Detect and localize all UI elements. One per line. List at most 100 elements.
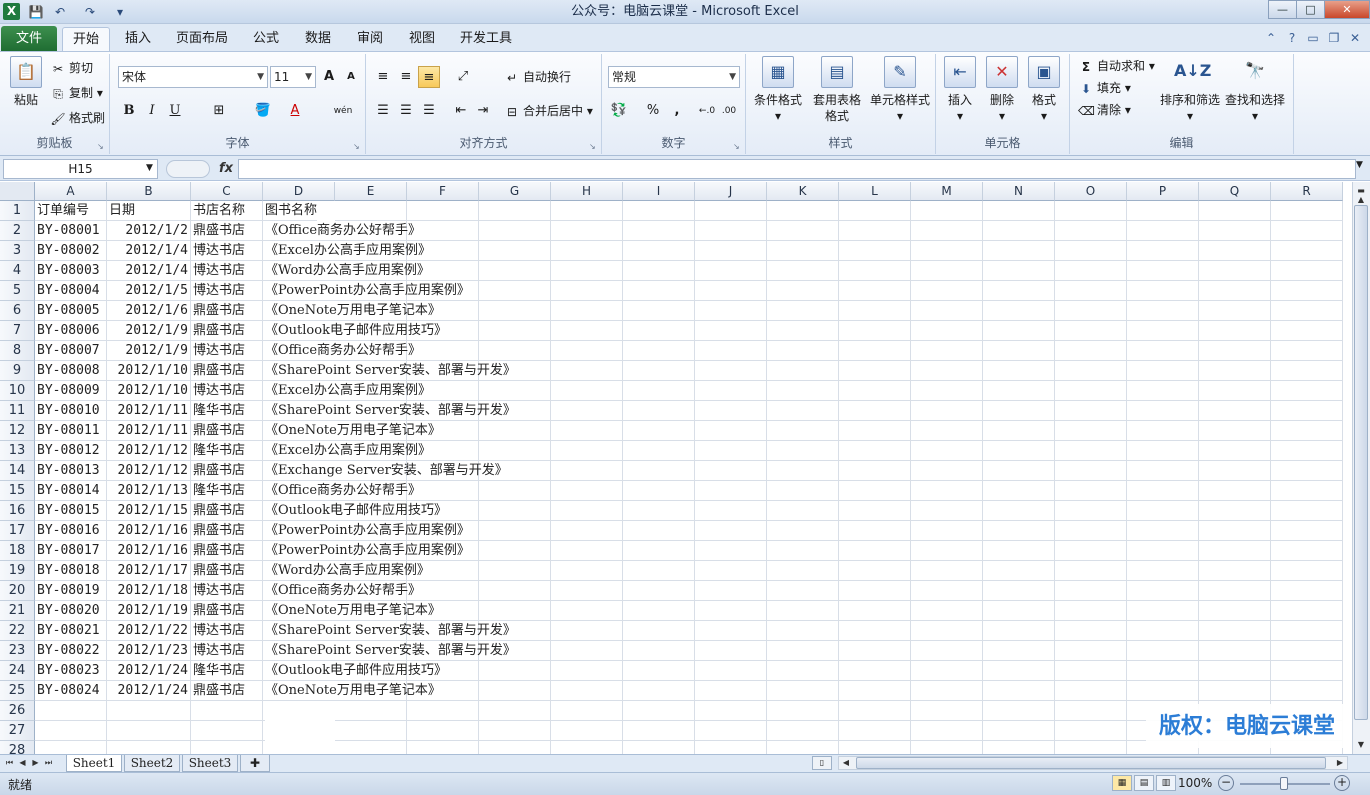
cell-d10[interactable]: 《Excel办公高手应用案例》 (263, 381, 431, 401)
cell-b20[interactable]: 2012/1/18 (107, 581, 191, 601)
cell-p16[interactable] (1127, 501, 1199, 521)
cell-k20[interactable] (767, 581, 839, 601)
cell-d7[interactable]: 《Outlook电子邮件应用技巧》 (263, 321, 447, 341)
row-header[interactable]: 6 (0, 301, 35, 321)
cell-q10[interactable] (1199, 381, 1271, 401)
cell-k10[interactable] (767, 381, 839, 401)
wrap-text-button[interactable]: ↵ 自动换行 (504, 67, 571, 87)
cell-r5[interactable] (1271, 281, 1343, 301)
cell-a18[interactable]: BY-08017 (35, 541, 107, 561)
cell-l3[interactable] (839, 241, 911, 261)
cell-b3[interactable]: 2012/1/4 (107, 241, 191, 261)
cell-d19[interactable]: 《Word办公高手应用案例》 (263, 561, 430, 581)
cell-q14[interactable] (1199, 461, 1271, 481)
cell-k11[interactable] (767, 401, 839, 421)
scroll-left-icon[interactable]: ◀ (838, 755, 854, 771)
cell-m23[interactable] (911, 641, 983, 661)
cell-m6[interactable] (911, 301, 983, 321)
column-header-a[interactable]: A (35, 182, 107, 201)
cell-d4[interactable]: 《Word办公高手应用案例》 (263, 261, 430, 281)
cell-b8[interactable]: 2012/1/9 (107, 341, 191, 361)
page-layout-view-icon[interactable]: ▤ (1134, 775, 1154, 791)
row-header[interactable]: 8 (0, 341, 35, 361)
cell-m18[interactable] (911, 541, 983, 561)
cell-b16[interactable]: 2012/1/15 (107, 501, 191, 521)
cell-k9[interactable] (767, 361, 839, 381)
excel-app-icon[interactable]: X (3, 3, 20, 20)
cell-g26[interactable] (479, 701, 551, 721)
cell-g20[interactable] (479, 581, 551, 601)
column-header-h[interactable]: H (551, 182, 623, 201)
cell-b28[interactable] (107, 741, 191, 754)
cell-a5[interactable]: BY-08004 (35, 281, 107, 301)
number-format-combo[interactable]: 常规 ▼ (608, 66, 740, 88)
cell-g8[interactable] (479, 341, 551, 361)
cell-n21[interactable] (983, 601, 1055, 621)
cell-g6[interactable] (479, 301, 551, 321)
cell-c15[interactable]: 隆华书店 (191, 481, 263, 501)
cell-l22[interactable] (839, 621, 911, 641)
decrease-decimal-icon[interactable]: .00 (718, 100, 740, 122)
cell-h9[interactable] (551, 361, 623, 381)
cell-c13[interactable]: 隆华书店 (191, 441, 263, 461)
cell-q19[interactable] (1199, 561, 1271, 581)
cell-h20[interactable] (551, 581, 623, 601)
paste-button[interactable]: 📋 粘贴 (6, 56, 46, 108)
borders-icon[interactable]: ⊞ (208, 100, 230, 122)
customize-qat-icon[interactable]: ▾ (112, 4, 128, 20)
cell-b15[interactable]: 2012/1/13 (107, 481, 191, 501)
row-header[interactable]: 12 (0, 421, 35, 441)
cell-q3[interactable] (1199, 241, 1271, 261)
copy-button[interactable]: ⎘ 复制 ▾ (50, 83, 103, 103)
cell-j4[interactable] (695, 261, 767, 281)
row-header[interactable]: 13 (0, 441, 35, 461)
align-left-icon[interactable]: ☰ (372, 100, 394, 122)
cell-c23[interactable]: 博达书店 (191, 641, 263, 661)
row-header[interactable]: 21 (0, 601, 35, 621)
cell-j8[interactable] (695, 341, 767, 361)
cell-a23[interactable]: BY-08022 (35, 641, 107, 661)
tab-home[interactable]: 开始 (62, 27, 110, 51)
column-header-r[interactable]: R (1271, 182, 1343, 201)
cell-a6[interactable]: BY-08005 (35, 301, 107, 321)
normal-view-icon[interactable]: ▦ (1112, 775, 1132, 791)
cell-o6[interactable] (1055, 301, 1127, 321)
cell-p18[interactable] (1127, 541, 1199, 561)
cell-n18[interactable] (983, 541, 1055, 561)
cell-b13[interactable]: 2012/1/12 (107, 441, 191, 461)
cell-j5[interactable] (695, 281, 767, 301)
cell-g7[interactable] (479, 321, 551, 341)
cell-o9[interactable] (1055, 361, 1127, 381)
sheet-tab-sheet2[interactable]: Sheet2 (124, 755, 180, 772)
cell-q2[interactable] (1199, 221, 1271, 241)
cell-e26[interactable] (335, 701, 407, 721)
cell-m21[interactable] (911, 601, 983, 621)
close-button[interactable]: ✕ (1324, 0, 1370, 19)
cell-m11[interactable] (911, 401, 983, 421)
cell-i9[interactable] (623, 361, 695, 381)
cell-r14[interactable] (1271, 461, 1343, 481)
cell-l8[interactable] (839, 341, 911, 361)
cell-o17[interactable] (1055, 521, 1127, 541)
cell-b7[interactable]: 2012/1/9 (107, 321, 191, 341)
cell-p13[interactable] (1127, 441, 1199, 461)
cell-k12[interactable] (767, 421, 839, 441)
cell-a16[interactable]: BY-08015 (35, 501, 107, 521)
cell-i7[interactable] (623, 321, 695, 341)
cell-k6[interactable] (767, 301, 839, 321)
cell-q20[interactable] (1199, 581, 1271, 601)
cell-o26[interactable] (1055, 701, 1127, 721)
cell-i24[interactable] (623, 661, 695, 681)
cell-q15[interactable] (1199, 481, 1271, 501)
cell-h5[interactable] (551, 281, 623, 301)
sheet-tab-sheet1[interactable]: Sheet1 (66, 755, 122, 772)
cell-a26[interactable] (35, 701, 107, 721)
cell-a10[interactable]: BY-08009 (35, 381, 107, 401)
cell-a22[interactable]: BY-08021 (35, 621, 107, 641)
cell-g17[interactable] (479, 521, 551, 541)
cut-button[interactable]: ✂ 剪切 (50, 58, 93, 78)
cell-n3[interactable] (983, 241, 1055, 261)
cell-r13[interactable] (1271, 441, 1343, 461)
cell-c10[interactable]: 博达书店 (191, 381, 263, 401)
cell-n25[interactable] (983, 681, 1055, 701)
